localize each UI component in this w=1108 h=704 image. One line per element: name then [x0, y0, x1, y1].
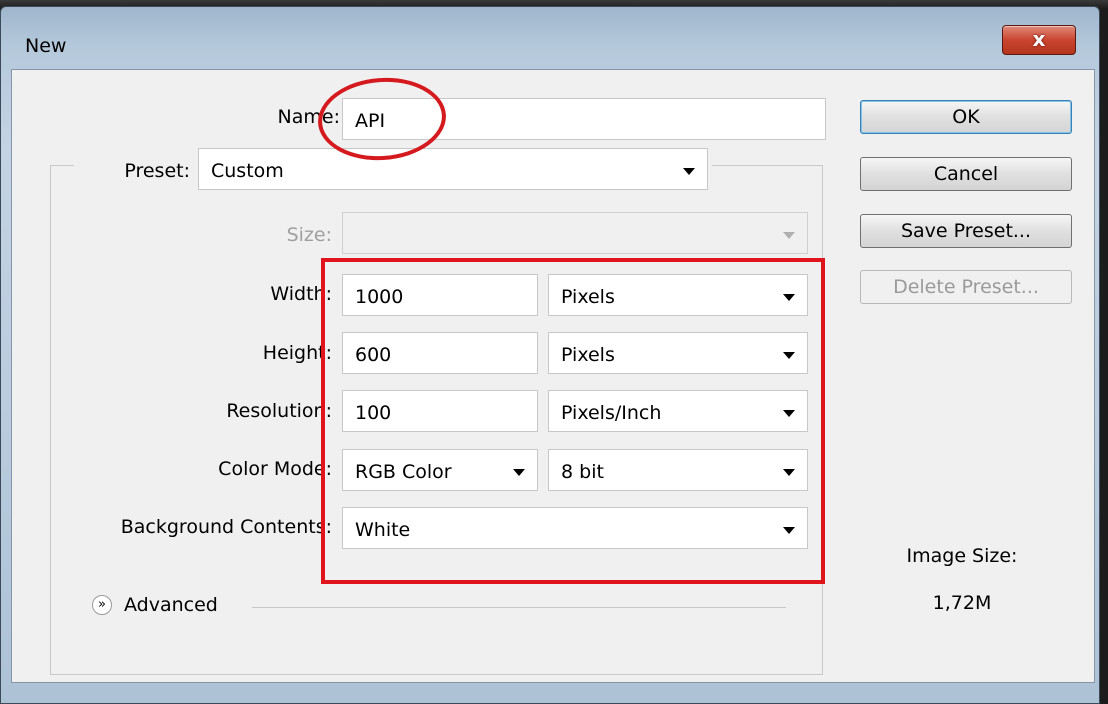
image-size-value: 1,72M: [932, 592, 992, 614]
cancel-button[interactable]: Cancel: [860, 157, 1072, 191]
background-contents-label: Background Contents:: [120, 516, 332, 538]
group-border-top-right: [712, 165, 822, 166]
preset-value: Custom: [211, 160, 284, 182]
color-mode-label: Color Mode:: [218, 458, 332, 480]
group-border-left: [50, 165, 51, 675]
image-size-label: Image Size:: [906, 545, 1018, 567]
advanced-label[interactable]: Advanced: [124, 594, 218, 616]
size-select: [342, 212, 808, 254]
group-border-bottom: [50, 674, 823, 675]
delete-preset-button: Delete Preset...: [860, 270, 1072, 304]
group-border-top-left: [50, 165, 74, 166]
ok-button[interactable]: OK: [860, 100, 1072, 134]
save-preset-button[interactable]: Save Preset...: [860, 214, 1072, 248]
close-icon: x: [1032, 27, 1046, 51]
resolution-label: Resolution:: [226, 400, 332, 422]
close-button[interactable]: x: [1002, 25, 1076, 55]
width-label: Width:: [270, 283, 332, 305]
highlight-rectangle-annotation: [321, 258, 825, 584]
height-label: Height:: [262, 342, 332, 364]
dialog-title: New: [25, 35, 67, 57]
chevron-down-icon: [683, 168, 695, 175]
preset-select[interactable]: Custom: [198, 148, 708, 190]
size-label: Size:: [286, 224, 332, 246]
preset-label: Preset:: [124, 160, 190, 182]
advanced-divider: [252, 607, 786, 608]
double-chevron-down-icon[interactable]: »: [92, 595, 112, 615]
chevron-down-icon: [783, 232, 795, 239]
